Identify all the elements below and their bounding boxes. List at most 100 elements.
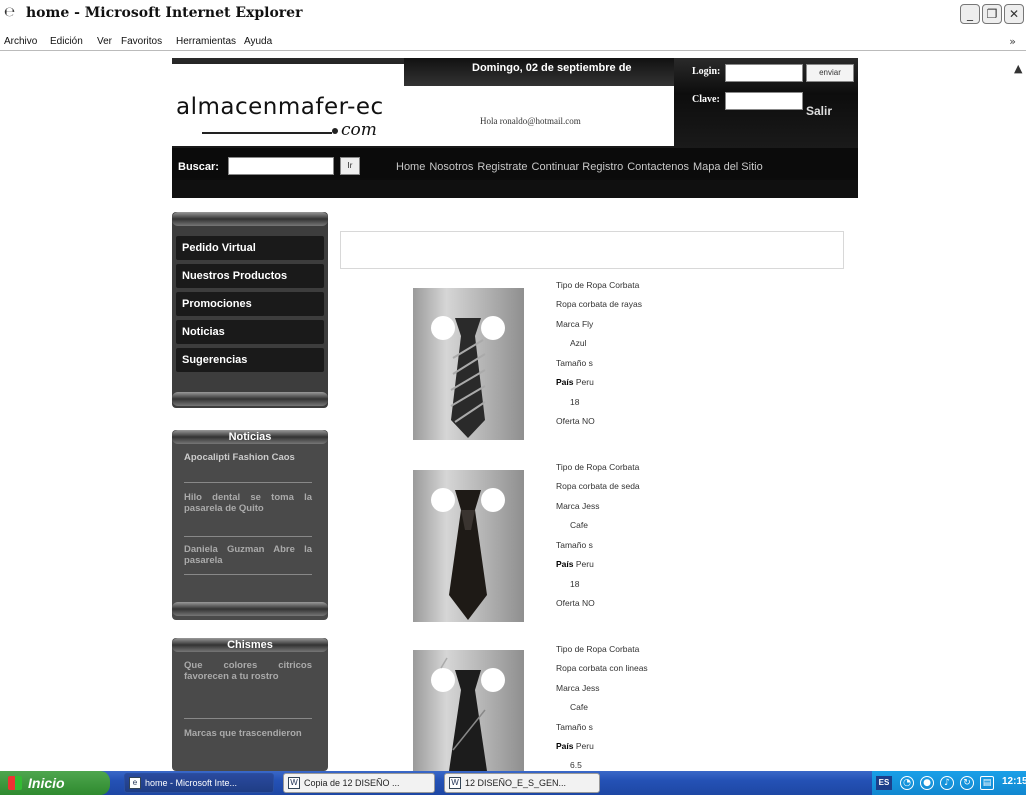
product-color: Azul	[570, 338, 587, 348]
menu-pedido-virtual[interactable]: Pedido Virtual	[182, 242, 256, 254]
pais-value: Peru	[575, 377, 594, 387]
product-tipo: Tipo de Ropa Corbata	[556, 462, 640, 472]
search-input[interactable]	[228, 157, 334, 175]
clave-label: Clave:	[692, 94, 720, 105]
site-logo[interactable]: almacenmafer-ec	[176, 94, 384, 120]
product-color: Cafe	[570, 520, 588, 530]
product-color: Cafe	[570, 702, 588, 712]
nav-nosotros[interactable]: Nosotros	[429, 161, 473, 173]
menu-favoritos[interactable]: Favoritos	[121, 36, 162, 47]
product-pais: País Peru	[556, 741, 594, 751]
printer-icon[interactable]: ▤	[980, 776, 994, 790]
task-label: home - Microsoft Inte...	[145, 778, 238, 788]
content-banner	[340, 231, 844, 269]
window-title: home - Microsoft Internet Explorer	[26, 5, 303, 21]
restore-button[interactable]: ❐	[982, 4, 1002, 24]
scroll-up-icon[interactable]: ▲	[1014, 62, 1022, 75]
product-image[interactable]	[413, 650, 524, 771]
clave-input[interactable]	[725, 92, 803, 110]
salir-button[interactable]: Salir	[806, 104, 832, 118]
nav-contactenos[interactable]: Contactenos	[627, 161, 689, 173]
pais-label: País	[556, 559, 574, 569]
menu-ayuda[interactable]: Ayuda	[244, 36, 272, 47]
menu-ver[interactable]: Ver	[97, 36, 112, 47]
nav-continuar-registro[interactable]: Continuar Registro	[532, 161, 624, 173]
menu-nuestros-productos[interactable]: Nuestros Productos	[182, 270, 287, 282]
word-doc-icon: W	[449, 777, 461, 789]
ie-icon: ℮	[4, 5, 16, 20]
login-input[interactable]	[725, 64, 803, 82]
taskbar-task-word2[interactable]: W 12 DISEÑO_E_S_GEN...	[444, 773, 600, 793]
logo-panel: almacenmafer-ec com	[172, 64, 404, 146]
product-ropa: Ropa corbata de seda	[556, 481, 640, 491]
ie-window-icon: e	[129, 777, 141, 789]
news-separator	[184, 482, 312, 483]
product-talla: Tamaño s	[556, 540, 593, 550]
product-ropa: Ropa corbata de rayas	[556, 299, 642, 309]
chisme-separator	[184, 718, 312, 719]
product-precio: 6.5	[570, 760, 582, 770]
search-go-button[interactable]: Ir	[340, 157, 360, 175]
enviar-button[interactable]: enviar	[806, 64, 854, 82]
volume-icon[interactable]: ♪	[940, 776, 954, 790]
window-titlebar: ℮ home - Microsoft Internet Explorer _ ❐…	[0, 0, 1026, 28]
language-indicator[interactable]: ES	[876, 776, 892, 790]
noticias-title: Noticias	[228, 431, 272, 443]
close-button[interactable]: ✕	[1004, 4, 1024, 24]
product-pais: País Peru	[556, 559, 594, 569]
product-precio: 18	[570, 579, 580, 589]
window-controls: _ ❐ ✕	[960, 4, 1024, 24]
taskbar-task-word1[interactable]: W Copia de 12 DISEÑO ...	[283, 773, 435, 793]
silk-tie-icon	[431, 488, 505, 620]
chismes-title: Chismes	[227, 639, 273, 651]
taskbar-task-ie[interactable]: e home - Microsoft Inte...	[124, 773, 274, 793]
news-separator	[184, 536, 312, 537]
menu-promociones[interactable]: Promociones	[182, 298, 252, 310]
antivirus-icon[interactable]: ●	[920, 776, 934, 790]
product-talla: Tamaño s	[556, 358, 593, 368]
menubar: Archivo Edición Ver Favoritos Herramient…	[0, 33, 1026, 51]
buscar-label: Buscar:	[178, 161, 219, 173]
menu-archivo[interactable]: Archivo	[4, 36, 37, 47]
chisme-item[interactable]: Que colores citricos favorecen a tu rost…	[184, 660, 312, 682]
update-icon[interactable]: ↻	[960, 776, 974, 790]
chismes-box: Chismes Que colores citricos favorecen a…	[172, 638, 328, 771]
news-separator	[184, 574, 312, 575]
news-item[interactable]: Hilo dental se toma la pasarela de Quito	[184, 492, 312, 514]
nav-registrate[interactable]: Registrate	[477, 161, 527, 173]
windows-flag-icon	[8, 776, 22, 790]
sidebar-menu: Pedido Virtual Nuestros Productos Promoc…	[172, 212, 328, 408]
network-icon[interactable]: ◔	[900, 776, 914, 790]
product-tipo: Tipo de Ropa Corbata	[556, 644, 640, 654]
current-date: Domingo, 02 de septiembre de	[472, 62, 632, 74]
menu-herramientas[interactable]: Herramientas	[176, 36, 236, 47]
product-oferta: Oferta NO	[556, 416, 595, 426]
toolbar-chevron-icon[interactable]: »	[1009, 35, 1016, 48]
menu-sugerencias[interactable]: Sugerencias	[182, 354, 247, 366]
logo-suffix: com	[341, 120, 377, 140]
product-image[interactable]	[413, 288, 524, 440]
product-marca: Marca Jess	[556, 683, 600, 693]
vertical-scrollbar[interactable]	[1012, 56, 1026, 771]
header-bottom	[172, 180, 858, 198]
start-button[interactable]: Inicio	[0, 771, 110, 795]
product-oferta: Oferta NO	[556, 598, 595, 608]
menu-edicion[interactable]: Edición	[50, 36, 83, 47]
minimize-button[interactable]: _	[960, 4, 980, 24]
pais-label: País	[556, 377, 574, 387]
chisme-item[interactable]: Marcas que trascendieron	[184, 728, 312, 739]
noticias-box: Noticias Apocalipti Fashion Caos Hilo de…	[172, 430, 328, 620]
news-item[interactable]: Apocalipti Fashion Caos	[184, 452, 312, 463]
lined-tie-icon	[431, 657, 505, 771]
pais-label: País	[556, 741, 574, 751]
menu-noticias[interactable]: Noticias	[182, 326, 225, 338]
nav-home[interactable]: Home	[396, 161, 425, 173]
main-nav: Home Nosotros Registrate Continuar Regis…	[396, 161, 763, 173]
system-tray: ES ◔ ● ♪ ↻ ▤ 12:15	[872, 771, 1026, 795]
sidebar-menu-cap-bottom	[172, 392, 328, 406]
product-talla: Tamaño s	[556, 722, 593, 732]
nav-mapa-sitio[interactable]: Mapa del Sitio	[693, 161, 763, 173]
product-ropa: Ropa corbata con lineas	[556, 663, 648, 673]
product-image[interactable]	[413, 470, 524, 622]
news-item[interactable]: Daniela Guzman Abre la pasarela	[184, 544, 312, 566]
